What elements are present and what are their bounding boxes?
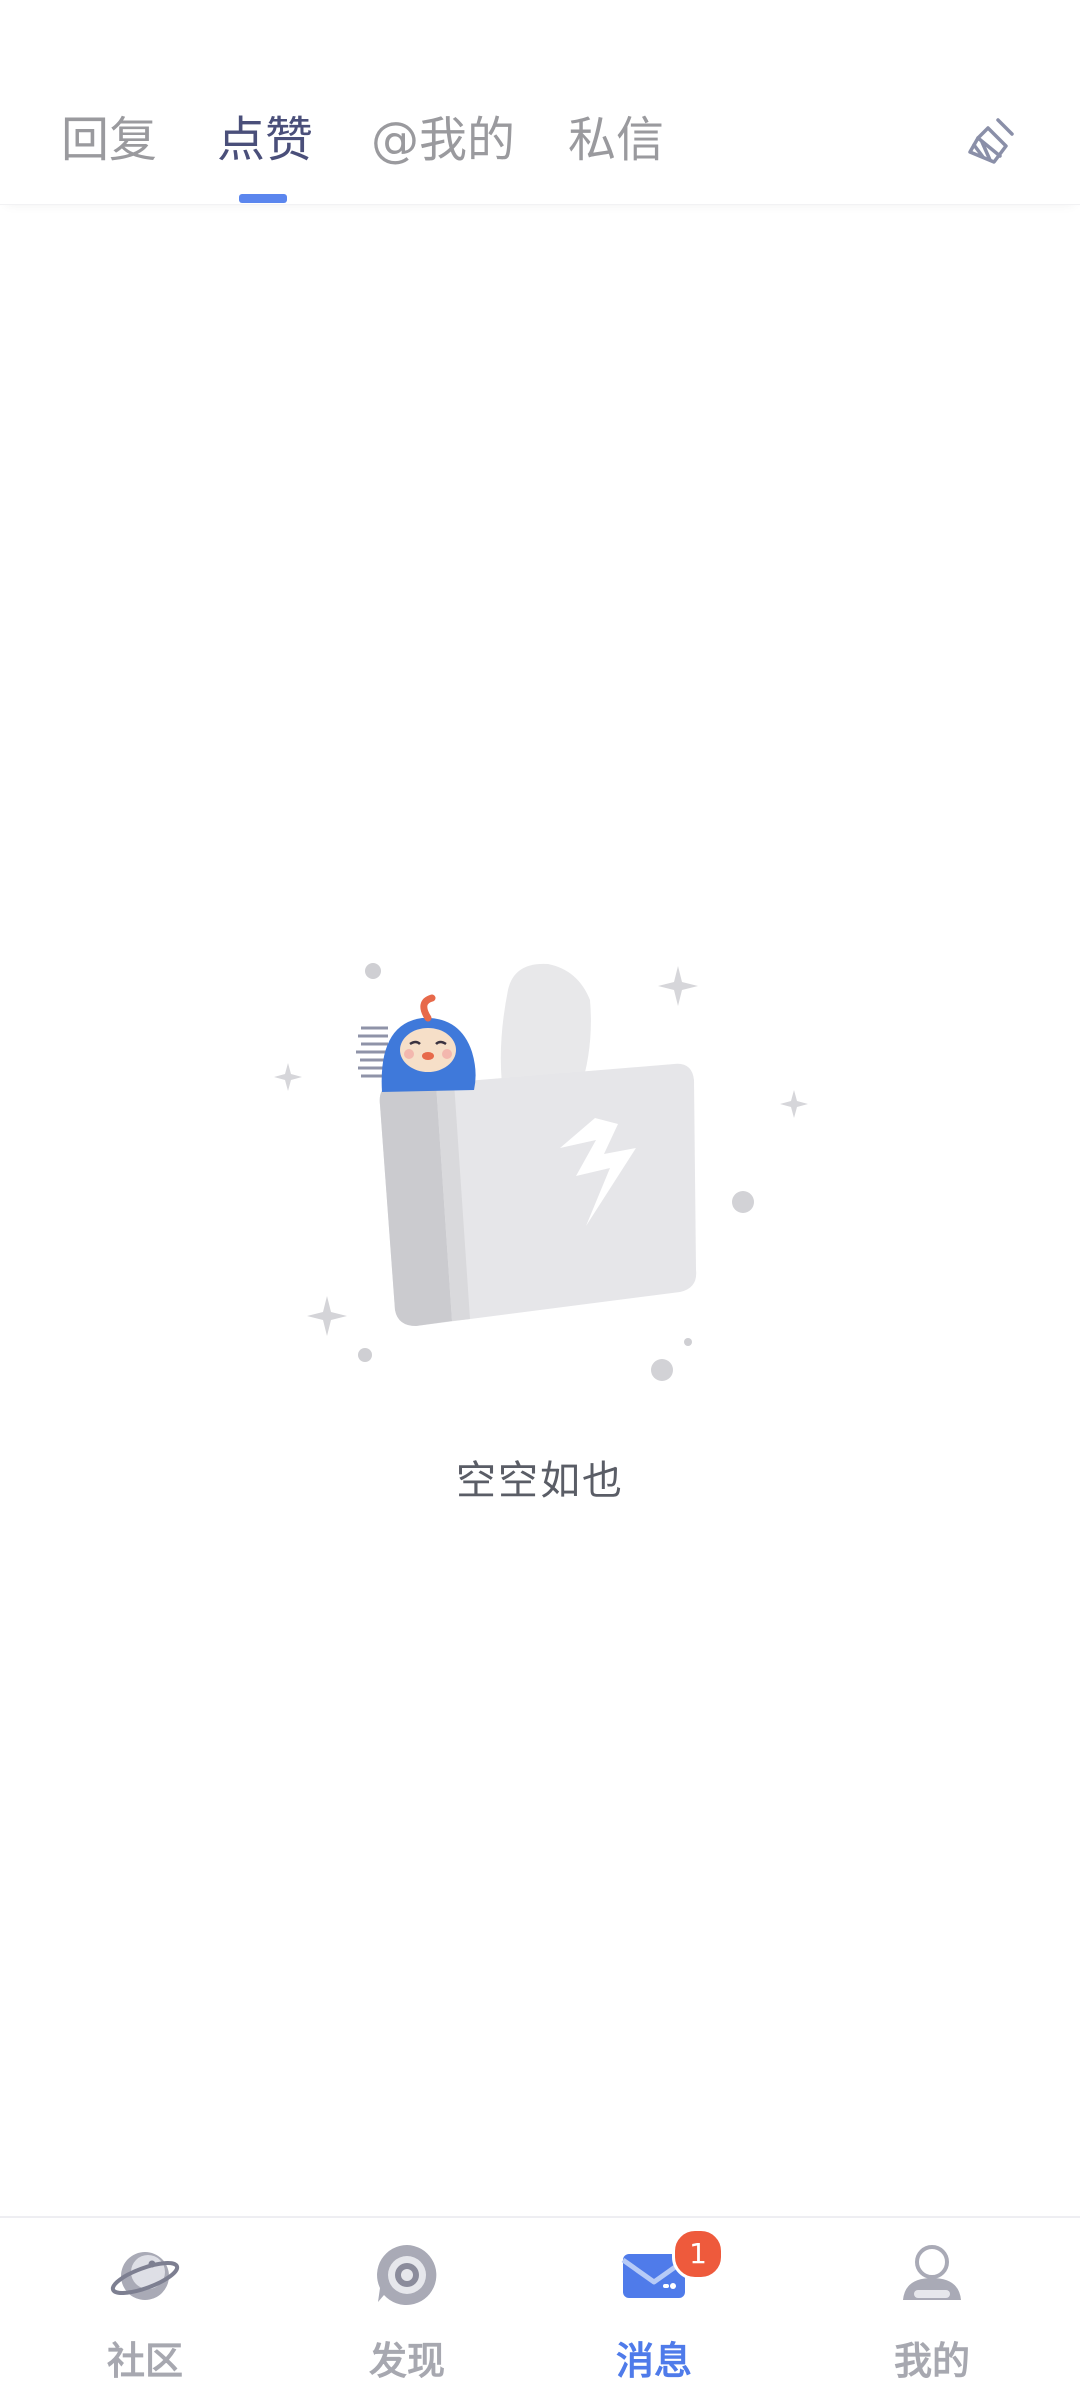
sparkle-icon bbox=[780, 1090, 808, 1118]
user-icon bbox=[903, 2245, 961, 2300]
nav-label-messages: 消息 bbox=[615, 2339, 692, 2383]
empty-state-text: 空空如也 bbox=[456, 1458, 624, 1504]
top-tab-bar: 回复 点赞 @我的 私信 bbox=[0, 0, 1080, 205]
nav-item-community[interactable]: 社区 bbox=[45, 2218, 245, 2402]
active-tab-indicator bbox=[239, 194, 287, 203]
decor-dot bbox=[651, 1359, 673, 1381]
nav-item-messages[interactable]: 1 消息 bbox=[554, 2218, 754, 2402]
decor-dot bbox=[358, 1348, 372, 1362]
tab-replies[interactable]: 回复 bbox=[61, 108, 157, 172]
nav-item-me[interactable]: 我的 bbox=[832, 2218, 1032, 2402]
unread-badge: 1 bbox=[672, 2228, 724, 2280]
decor-dot bbox=[365, 963, 381, 979]
sparkle-icon bbox=[307, 1296, 347, 1336]
bottom-nav-bar: 社区 发现 1 消息 我的 bbox=[0, 2216, 1080, 2402]
nav-item-discover[interactable]: 发现 bbox=[307, 2218, 507, 2402]
nav-label-discover: 发现 bbox=[368, 2339, 445, 2383]
sparkle-icon bbox=[658, 966, 698, 1006]
sparkle-icon bbox=[274, 1063, 302, 1091]
nav-label-community: 社区 bbox=[106, 2339, 183, 2383]
tab-likes[interactable]: 点赞 bbox=[217, 108, 313, 172]
decor-dot bbox=[732, 1191, 754, 1213]
clear-button[interactable] bbox=[960, 112, 1022, 174]
broom-icon bbox=[968, 118, 1014, 164]
mascot-icon bbox=[356, 994, 476, 1092]
tab-mentions[interactable]: @我的 bbox=[371, 108, 515, 172]
nav-label-me: 我的 bbox=[893, 2339, 970, 2383]
empty-illustration bbox=[274, 963, 808, 1381]
decor-dot bbox=[684, 1338, 692, 1346]
planet-icon bbox=[110, 2252, 180, 2300]
target-icon bbox=[377, 2245, 437, 2305]
tab-private-messages[interactable]: 私信 bbox=[568, 108, 664, 172]
